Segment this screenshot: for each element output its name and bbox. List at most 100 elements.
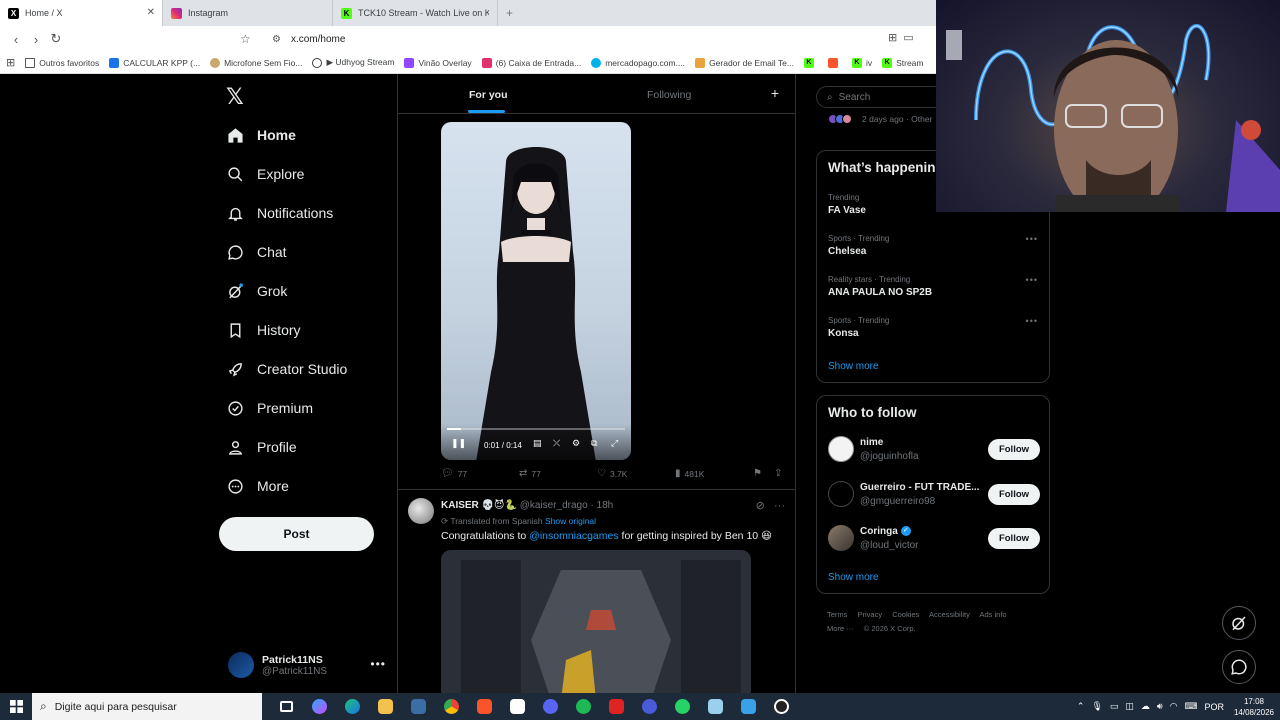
- whatsapp-icon[interactable]: [666, 693, 699, 720]
- file-explorer-icon[interactable]: [369, 693, 402, 720]
- keyboard-icon[interactable]: ⌨︎: [1184, 701, 1197, 712]
- author-handle[interactable]: @kaiser_drago: [520, 500, 588, 511]
- tab-instagram[interactable]: Instagram: [163, 0, 333, 26]
- cloud-icon[interactable]: ☁︎: [1141, 701, 1150, 712]
- bookmark-item[interactable]: Kiv: [851, 57, 872, 68]
- brave-icon[interactable]: [468, 693, 501, 720]
- bookmark-item[interactable]: Vinão Overlay: [404, 57, 472, 68]
- footer-link[interactable]: Accessibility: [929, 610, 970, 619]
- tweet[interactable]: KAISER 💀😈🐍 @kaiser_drago · 18h ⊘ ··· ⟳ T…: [398, 490, 795, 693]
- url-text[interactable]: x.com/home: [291, 34, 345, 45]
- trend-item[interactable]: Sports · Trending Chelsea •••: [828, 234, 1038, 257]
- show-more-link[interactable]: Show more: [828, 361, 879, 372]
- author-name[interactable]: KAISER: [441, 500, 479, 511]
- back-icon[interactable]: ‹: [6, 29, 26, 49]
- network-icon[interactable]: ◫: [1125, 701, 1134, 712]
- app-icon[interactable]: [402, 693, 435, 720]
- more-dots-icon[interactable]: •••: [1026, 275, 1038, 285]
- nav-profile[interactable]: Profile: [226, 432, 297, 462]
- bookmark-star-icon[interactable]: ☆: [240, 32, 260, 46]
- settings-icon[interactable]: ⚙: [572, 438, 580, 449]
- bookmark-item[interactable]: Gerador de Email Te...: [695, 57, 794, 68]
- nav-explore[interactable]: Explore: [226, 159, 304, 189]
- bookmark-item[interactable]: Outros favoritos: [25, 57, 99, 68]
- site-settings-icon[interactable]: ⚙: [272, 34, 281, 45]
- footer-link[interactable]: Ads info: [980, 610, 1007, 619]
- show-more-link[interactable]: Show more: [828, 572, 879, 583]
- nav-grok[interactable]: Grok: [226, 276, 287, 306]
- avatar[interactable]: [408, 498, 434, 524]
- footer-link[interactable]: Privacy: [858, 610, 883, 619]
- language-indicator[interactable]: POR: [1204, 702, 1224, 712]
- more-dots-icon[interactable]: •••: [370, 657, 386, 671]
- taskbar-search-input[interactable]: ⌕ Digite aqui para pesquisar: [32, 693, 262, 720]
- bookmark-item[interactable]: CALCULAR KPP (...: [109, 57, 200, 68]
- bookmark-item[interactable]: mercadopago.com....: [591, 57, 685, 68]
- chevron-up-icon[interactable]: ⌃: [1077, 701, 1085, 712]
- nav-notifications[interactable]: Notifications: [226, 198, 333, 228]
- video-progress-bar[interactable]: [447, 428, 625, 430]
- messages-fab-icon[interactable]: [1222, 650, 1256, 684]
- nav-more[interactable]: More: [226, 471, 289, 501]
- clock[interactable]: 17:08 14/08/2026: [1234, 696, 1274, 718]
- edge-icon[interactable]: [336, 693, 369, 720]
- bookmark-item[interactable]: [827, 57, 842, 68]
- x-logo-icon[interactable]: 𝕏: [226, 84, 244, 110]
- bookmark-item[interactable]: (6) Caixa de Entrada...: [481, 57, 581, 68]
- bookmark-item[interactable]: K: [803, 57, 818, 68]
- tweet-media[interactable]: [441, 550, 751, 693]
- like-button[interactable]: ♡ 3.7K: [597, 468, 627, 479]
- wifi-icon[interactable]: ◠: [1170, 701, 1178, 712]
- nav-chat[interactable]: Chat: [226, 237, 287, 267]
- views-button[interactable]: ▮ 481K: [675, 468, 704, 479]
- more-dots-icon[interactable]: ···: [774, 500, 785, 512]
- mention-link[interactable]: @insomniacgames: [529, 530, 618, 542]
- tweet-time[interactable]: 18h: [597, 500, 614, 511]
- translate-icon[interactable]: ⊞: [888, 31, 897, 44]
- captions-icon[interactable]: ▤: [533, 438, 542, 449]
- task-view-icon[interactable]: [270, 693, 303, 720]
- nav-creator-studio[interactable]: Creator Studio: [226, 354, 347, 384]
- follow-button[interactable]: Follow: [988, 439, 1040, 460]
- add-feed-icon[interactable]: +: [771, 85, 779, 101]
- follow-suggestion[interactable]: Coringa ✓ @loud_victor Follow: [828, 525, 1040, 555]
- copilot-icon[interactable]: [303, 693, 336, 720]
- footer-link[interactable]: More ···: [827, 624, 854, 633]
- footer-link[interactable]: Cookies: [892, 610, 919, 619]
- spotify-icon[interactable]: [567, 693, 600, 720]
- app-icon[interactable]: [600, 693, 633, 720]
- bookmark-item[interactable]: K Stream: [882, 57, 924, 68]
- live-strip[interactable]: 2 days ago · Other: [828, 114, 932, 124]
- forward-icon[interactable]: ›: [26, 29, 46, 49]
- bookmark-item[interactable]: ▶ Udhyog Stream: [312, 57, 394, 68]
- trend-item[interactable]: Reality stars · Trending ANA PAULA NO SP…: [828, 275, 1038, 298]
- discord-icon[interactable]: [534, 693, 567, 720]
- show-original-link[interactable]: Show original: [545, 516, 596, 526]
- close-tab-icon[interactable]: ✕: [147, 7, 155, 18]
- chrome-icon[interactable]: [435, 693, 468, 720]
- app-icon[interactable]: [699, 693, 732, 720]
- reply-button[interactable]: 💬︎ 77: [441, 468, 467, 479]
- windows-start-icon[interactable]: [0, 693, 32, 720]
- repost-button[interactable]: ⇄ 77: [519, 468, 541, 479]
- nav-premium[interactable]: Premium: [226, 393, 313, 423]
- bookmark-button[interactable]: ⚑: [753, 468, 766, 479]
- pip-icon[interactable]: ⧉: [591, 438, 597, 449]
- mute-icon[interactable]: ⤫: [553, 438, 560, 449]
- cast-icon[interactable]: ▭: [903, 31, 913, 44]
- nav-history[interactable]: History: [226, 315, 301, 345]
- account-switcher[interactable]: Patrick11NS @Patrick11NS •••: [228, 647, 388, 683]
- share-button[interactable]: ⇪: [774, 468, 786, 479]
- more-dots-icon[interactable]: •••: [1026, 234, 1038, 244]
- follow-suggestion[interactable]: nime @joguinhofla Follow: [828, 436, 1040, 466]
- obs-icon[interactable]: [765, 693, 798, 720]
- apps-icon[interactable]: ⊞: [6, 56, 15, 69]
- app-icon[interactable]: [633, 693, 666, 720]
- tab-home-x[interactable]: X Home / X ✕: [0, 0, 163, 26]
- vegas-icon[interactable]: [501, 693, 534, 720]
- mic-icon[interactable]: 🎙︎: [1091, 701, 1102, 712]
- fullscreen-icon[interactable]: ⤢: [611, 438, 618, 449]
- new-tab-button[interactable]: +: [506, 0, 513, 26]
- post-button[interactable]: Post: [219, 517, 374, 551]
- volume-icon[interactable]: 🔊︎: [1157, 701, 1163, 712]
